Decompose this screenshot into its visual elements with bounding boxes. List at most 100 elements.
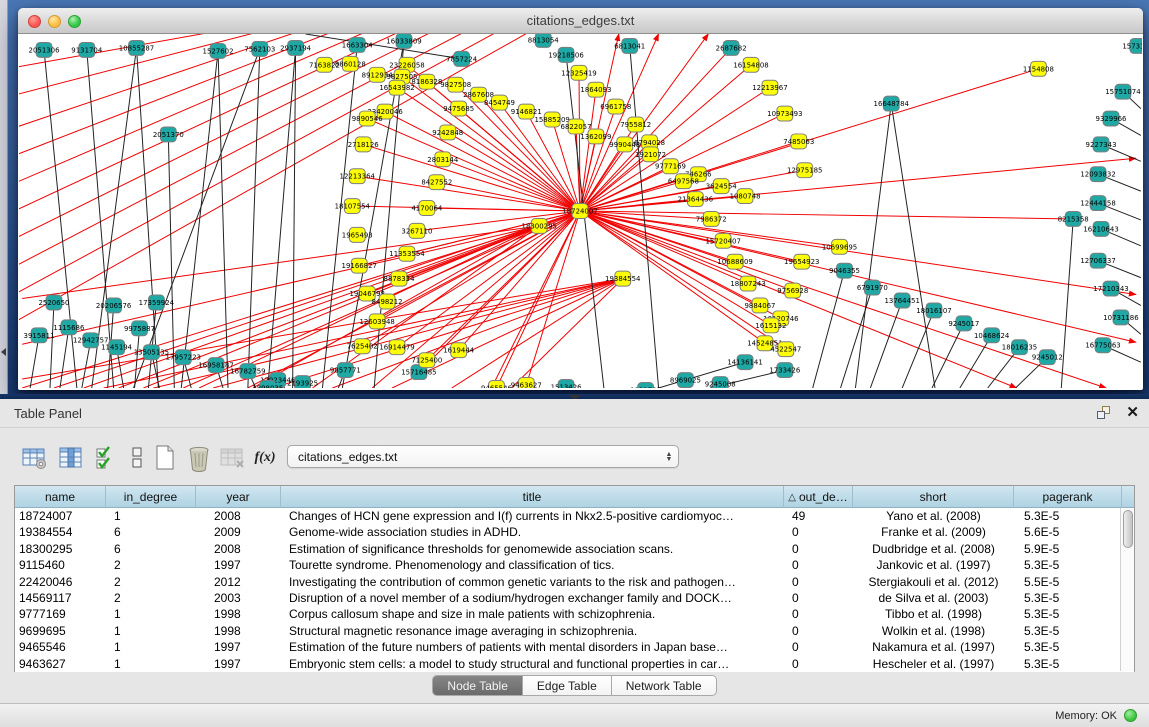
table-row[interactable]: 1456911722003Disruption of a novel membe… <box>15 590 1134 606</box>
cell-year[interactable]: 2008 <box>196 508 281 524</box>
network-edge[interactable] <box>841 288 873 388</box>
cell-year[interactable]: 1997 <box>196 639 281 655</box>
cell-title[interactable]: Estimation of significance thresholds fo… <box>281 541 784 557</box>
network-edge[interactable] <box>427 208 580 211</box>
network-node[interactable]: 10468624 <box>974 328 1010 343</box>
network-node[interactable]: 21364436 <box>678 192 713 207</box>
cell-pagerank[interactable]: 5.3E-5 <box>1014 639 1122 655</box>
network-edge[interactable] <box>813 271 845 388</box>
network-edge[interactable] <box>443 159 580 211</box>
network-edge[interactable] <box>306 34 462 59</box>
network-node[interactable]: 2687682 <box>716 40 747 55</box>
cell-in_degree[interactable]: 1 <box>106 656 196 672</box>
network-node[interactable]: 1864093 <box>580 82 611 97</box>
network-node[interactable]: 1527602 <box>203 43 234 58</box>
cell-year[interactable]: 1997 <box>196 656 281 672</box>
cell-name[interactable]: 9465546 <box>15 639 106 655</box>
tab-network-table[interactable]: Network Table <box>612 675 717 696</box>
network-edge[interactable] <box>580 211 1073 219</box>
cell-out_de[interactable]: 0 <box>784 656 853 672</box>
network-edge[interactable] <box>218 51 228 388</box>
table-row[interactable]: 2242004622012Investigating the contribut… <box>15 574 1134 590</box>
network-canvas[interactable]: 2051306913170410855287152760275621032937… <box>19 34 1142 388</box>
network-node[interactable]: 9975887 <box>124 321 155 336</box>
network-node[interactable]: 17359924 <box>139 295 175 310</box>
network-node[interactable]: 15751074 <box>1105 84 1141 99</box>
column-header-year[interactable]: year <box>196 486 281 508</box>
network-node[interactable]: 17957223 <box>166 350 201 365</box>
network-node[interactable]: 9131705 <box>630 383 661 388</box>
row-height-icon[interactable] <box>122 443 152 473</box>
table-row[interactable]: 1830029562008Estimation of significance … <box>15 541 1134 557</box>
network-node[interactable]: 19218506 <box>548 47 583 62</box>
network-node[interactable]: 1362099 <box>580 129 611 144</box>
cell-year[interactable]: 1997 <box>196 557 281 573</box>
network-node[interactable]: 9756928 <box>777 283 808 298</box>
tab-node-table[interactable]: Node Table <box>432 675 523 696</box>
cell-pagerank[interactable]: 5.3E-5 <box>1014 623 1122 639</box>
network-node[interactable]: 18016107 <box>916 303 951 318</box>
network-node[interactable]: 12325419 <box>561 65 596 80</box>
cell-title[interactable]: Corpus callosum shape and size in male p… <box>281 606 784 622</box>
network-node[interactable]: 1080748 <box>730 189 761 204</box>
network-node[interactable]: 9245017 <box>948 316 979 331</box>
row-select-icon[interactable] <box>92 443 122 473</box>
table-row[interactable]: 946362711997Embryonic stem cells: a mode… <box>15 656 1134 672</box>
network-node[interactable]: 1513426 <box>551 380 582 388</box>
network-edge[interactable] <box>19 34 543 323</box>
column-header-pagerank[interactable]: pagerank <box>1014 486 1122 508</box>
west-panel-expand-icon[interactable] <box>1 348 6 356</box>
network-node[interactable]: 2051370 <box>153 127 184 142</box>
cell-in_degree[interactable]: 6 <box>106 541 196 557</box>
cell-in_degree[interactable]: 6 <box>106 524 196 540</box>
cell-name[interactable]: 9699695 <box>15 623 106 639</box>
network-node[interactable]: 3267110 <box>401 223 432 238</box>
network-node[interactable]: 18016235 <box>1002 340 1037 355</box>
network-node[interactable]: 12975185 <box>787 163 822 178</box>
network-edge[interactable] <box>1061 219 1073 388</box>
cell-pagerank[interactable]: 5.3E-5 <box>1014 606 1122 622</box>
cell-short[interactable]: Wolkin et al. (1998) <box>853 623 1014 639</box>
cell-title[interactable]: Tourette syndrome. Phenomenology and cla… <box>281 557 784 573</box>
network-node[interactable]: 2803144 <box>427 152 459 167</box>
network-node[interactable]: 19384554 <box>605 271 641 286</box>
network-node[interactable]: 10731186 <box>1103 310 1138 325</box>
network-node[interactable]: 9465546 <box>481 381 512 388</box>
network-edge[interactable] <box>19 34 448 240</box>
network-node[interactable]: 16648784 <box>874 96 910 111</box>
cell-out_de[interactable]: 0 <box>784 541 853 557</box>
cell-in_degree[interactable]: 2 <box>106 574 196 590</box>
cell-out_de[interactable]: 49 <box>784 508 853 524</box>
cell-out_de[interactable]: 0 <box>784 623 853 639</box>
cell-short[interactable]: Hescheler et al. (1997) <box>853 656 1014 672</box>
network-node[interactable]: 15720407 <box>705 233 740 248</box>
cell-title[interactable]: Investigating the contribution of common… <box>281 574 784 590</box>
cell-short[interactable]: Franke et al. (2009) <box>853 524 1014 540</box>
network-edge[interactable] <box>168 134 174 388</box>
network-node[interactable]: 9131704 <box>71 42 103 57</box>
cell-title[interactable]: Estimation of the future numbers of pati… <box>281 639 784 655</box>
network-node[interactable]: 14136141 <box>727 355 762 370</box>
network-edge[interactable] <box>134 49 260 388</box>
network-node[interactable]: 7562103 <box>244 41 275 56</box>
cell-short[interactable]: Tibbo et al. (1998) <box>853 606 1014 622</box>
cell-in_degree[interactable]: 1 <box>106 623 196 639</box>
network-node[interactable]: 20206576 <box>96 298 131 313</box>
network-edge[interactable] <box>580 211 1136 295</box>
network-node[interactable]: 12603948 <box>359 314 394 329</box>
cell-name[interactable]: 9115460 <box>15 557 106 573</box>
network-edge[interactable] <box>22 226 539 299</box>
cell-title[interactable]: Disruption of a novel member of a sodium… <box>281 590 784 606</box>
network-node[interactable]: 8813054 <box>528 34 560 47</box>
network-node[interactable]: 17210343 <box>1093 281 1128 296</box>
table-row[interactable]: 1938455462009Genome-wide association stu… <box>15 524 1134 540</box>
network-edge[interactable] <box>54 211 580 388</box>
cell-short[interactable]: Yano et al. (2008) <box>853 508 1014 524</box>
network-node[interactable]: 1733426 <box>769 363 800 378</box>
network-edge[interactable] <box>273 279 623 388</box>
column-header-short[interactable]: short <box>853 486 1014 508</box>
cell-pagerank[interactable]: 5.3E-5 <box>1014 508 1122 524</box>
cell-pagerank[interactable]: 5.9E-5 <box>1014 541 1122 557</box>
column-header-in_degree[interactable]: in_degree <box>106 486 196 508</box>
network-node[interactable]: 4170064 <box>411 201 443 216</box>
